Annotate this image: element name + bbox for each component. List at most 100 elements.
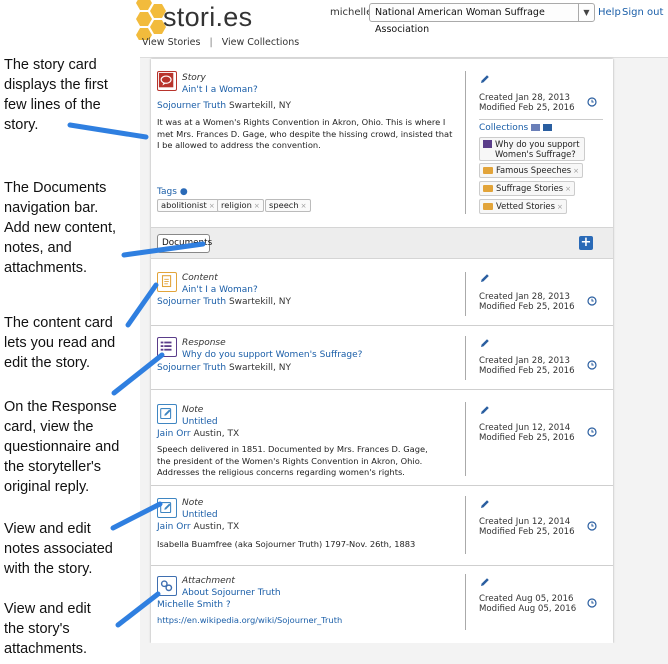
content-type: Content <box>182 273 218 283</box>
note-body: Isabella Buamfree (aka Sojourner Truth) … <box>157 539 416 549</box>
annotation-notes: View and edit notes associated with the … <box>4 521 113 577</box>
folder-icon <box>483 203 493 210</box>
note-location: Austin, TX <box>193 429 240 439</box>
note-created: Created Jun 12, 2014 <box>479 517 571 527</box>
help-link[interactable]: Help <box>598 7 621 18</box>
view-tabs: View Stories | View Collections <box>142 37 299 48</box>
story-author[interactable]: Sojourner Truth <box>157 101 226 111</box>
response-created: Created Jan 28, 2013 <box>479 356 570 366</box>
add-document-plus-icon[interactable]: + <box>579 236 593 250</box>
username: michelle <box>330 7 373 18</box>
tab-view-collections[interactable]: View Collections <box>222 37 300 48</box>
note-type: Note <box>182 405 204 415</box>
remove-collection-icon[interactable]: × <box>573 167 579 175</box>
tag-chip[interactable]: religion × <box>217 199 264 212</box>
attachment-author-line: Michelle Smith ? <box>157 600 231 610</box>
note-created: Created Jun 12, 2014 <box>479 423 571 433</box>
collection-list-icon <box>531 124 541 131</box>
note-author[interactable]: Jain Orr <box>157 522 191 532</box>
tags-label: Tags ● <box>157 187 188 197</box>
tab-view-stories[interactable]: View Stories <box>142 37 200 48</box>
attachment-url[interactable]: https://en.wikipedia.org/wiki/Sojourner_… <box>157 615 447 627</box>
remove-tag-icon[interactable]: × <box>209 202 215 210</box>
annotation-documents-bar: The Documents navigation bar. Add new co… <box>4 180 117 276</box>
remove-collection-icon[interactable]: × <box>565 185 571 193</box>
app-header: stori.es michelle National American Woma… <box>136 0 668 58</box>
documents-button[interactable]: Documents <box>157 234 212 253</box>
note-card: Note Untitled Jain Orr Austin, TX Isabel… <box>151 486 613 566</box>
folder-icon <box>483 185 493 192</box>
annotation-story-card: The story card displays the first few li… <box>4 57 108 133</box>
tag-chip[interactable]: abolitionist × <box>157 199 219 212</box>
edit-pencil-icon[interactable] <box>479 337 491 349</box>
content-modified: Modified Feb 25, 2016 <box>479 302 575 312</box>
attachment-modified: Modified Aug 05, 2016 <box>479 604 577 614</box>
tag-chip[interactable]: speech × <box>265 199 311 212</box>
note-body: Speech delivered in 1851. Documented by … <box>157 444 428 477</box>
content-title[interactable]: Ain't I a Woman? <box>182 285 258 295</box>
collection-chip[interactable]: Vetted Stories × <box>479 199 567 214</box>
speech-bubble-icon <box>157 71 177 91</box>
clock-icon[interactable] <box>587 427 597 437</box>
link-chain-icon <box>157 576 177 596</box>
remove-tag-icon[interactable]: × <box>301 202 307 210</box>
story-dates: Created Jan 28, 2013 Modified Feb 25, 20… <box>479 93 575 113</box>
card-divider <box>465 496 466 554</box>
edit-pencil-icon[interactable] <box>479 272 491 284</box>
story-location: Swartekill, NY <box>228 101 291 111</box>
edit-pencil-icon[interactable] <box>479 576 491 588</box>
story-type: Story <box>182 73 206 83</box>
note-title[interactable]: Untitled <box>182 417 218 427</box>
organization-select[interactable]: National American Woman Suffrage Associa… <box>369 3 595 35</box>
collection-chip[interactable]: Suffrage Stories × <box>479 181 575 196</box>
clock-icon[interactable] <box>587 97 597 107</box>
clock-icon[interactable] <box>587 521 597 531</box>
card-divider <box>465 574 466 630</box>
note-modified: Modified Feb 25, 2016 <box>479 527 575 537</box>
edit-pencil-icon[interactable] <box>479 498 491 510</box>
story-card-divider <box>465 71 466 214</box>
folder-icon <box>483 167 493 174</box>
page-bottom-strip <box>140 643 668 664</box>
clock-icon[interactable] <box>587 360 597 370</box>
chevron-down-icon[interactable]: ▼ <box>578 4 594 21</box>
collection-chip[interactable]: Famous Speeches × <box>479 163 584 178</box>
note-modified: Modified Feb 25, 2016 <box>479 433 575 443</box>
annotation-content-card: The content card lets you read and edit … <box>4 315 116 371</box>
questionnaire-icon <box>157 337 177 357</box>
clock-icon[interactable] <box>587 598 597 608</box>
story-modified: Modified Feb 25, 2016 <box>479 103 575 113</box>
response-type: Response <box>182 338 226 348</box>
document-icon <box>157 272 177 292</box>
content-author[interactable]: Sojourner Truth <box>157 297 226 307</box>
story-author-line: Sojourner Truth Swartekill, NY <box>157 101 291 111</box>
note-dates: Created Jun 12, 2014 Modified Feb 25, 20… <box>479 423 575 443</box>
annotation-attachments: View and edit the story's attachments. <box>4 601 91 657</box>
collections-label: Collections <box>479 123 552 133</box>
remove-collection-icon[interactable]: × <box>557 203 563 211</box>
response-title[interactable]: Why do you support Women's Suffrage? <box>182 350 362 360</box>
card-divider <box>465 336 466 380</box>
clock-icon[interactable] <box>587 296 597 306</box>
story-title[interactable]: Ain't I a Woman? <box>182 85 258 95</box>
attachment-title[interactable]: About Sojourner Truth <box>182 588 281 598</box>
note-author[interactable]: Jain Orr <box>157 429 191 439</box>
note-title[interactable]: Untitled <box>182 510 218 520</box>
sign-out-link[interactable]: Sign out <box>622 7 663 18</box>
questionnaire-icon <box>483 140 492 148</box>
remove-tag-icon[interactable]: × <box>254 202 260 210</box>
response-modified: Modified Feb 25, 2016 <box>479 366 575 376</box>
response-author-line: Sojourner Truth Swartekill, NY <box>157 363 291 373</box>
folder-icon <box>542 124 552 131</box>
note-location: Austin, TX <box>193 522 240 532</box>
edit-pencil-icon[interactable] <box>479 73 491 85</box>
tag-icon: ● <box>179 187 188 197</box>
content-location: Swartekill, NY <box>228 297 291 307</box>
response-author[interactable]: Sojourner Truth <box>157 363 226 373</box>
attachment-author[interactable]: Michelle Smith ? <box>157 600 231 610</box>
pencil-note-icon <box>157 498 177 518</box>
app-logo[interactable]: stori.es <box>163 2 252 33</box>
response-dates: Created Jan 28, 2013 Modified Feb 25, 20… <box>479 356 575 376</box>
edit-pencil-icon[interactable] <box>479 404 491 416</box>
collection-chip[interactable]: Why do you support Women's Suffrage? <box>479 137 585 161</box>
